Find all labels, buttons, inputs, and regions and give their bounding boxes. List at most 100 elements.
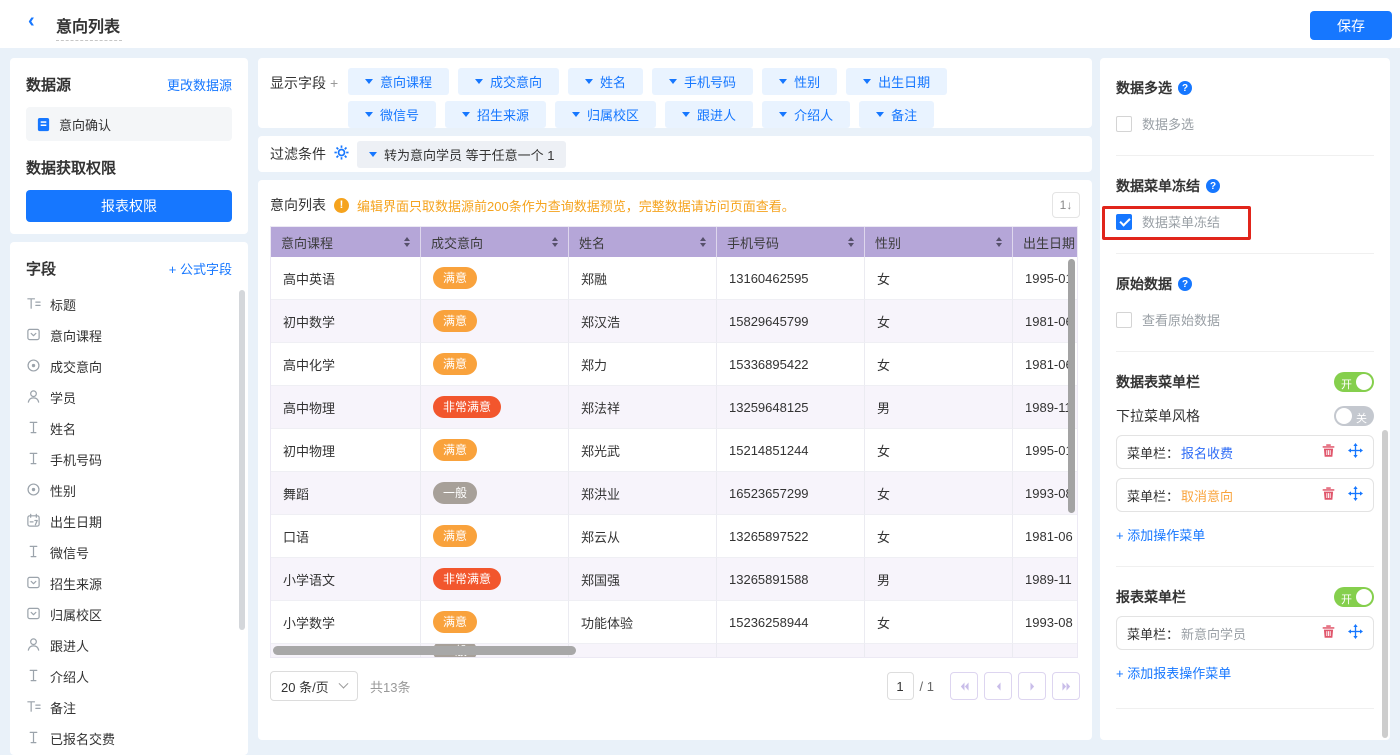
field-label: 跟进人: [50, 636, 89, 655]
save-button[interactable]: 保存: [1310, 11, 1392, 40]
move-icon[interactable]: [1348, 443, 1363, 461]
column-header[interactable]: 成交意向: [421, 227, 569, 257]
help-icon[interactable]: ?: [1206, 179, 1220, 193]
multi-select-checkbox[interactable]: [1116, 116, 1132, 132]
fields-scrollbar[interactable]: [239, 290, 245, 630]
move-icon[interactable]: [1348, 624, 1363, 642]
column-header-label: 手机号码: [727, 233, 779, 252]
first-page-button[interactable]: [950, 672, 978, 700]
chip-label: 备注: [891, 105, 917, 124]
prev-page-button[interactable]: [984, 672, 1012, 700]
add-display-field-button[interactable]: +: [330, 75, 338, 91]
display-field-chip[interactable]: 招生来源: [445, 101, 546, 128]
field-item[interactable]: 姓名: [26, 413, 238, 444]
raw-data-checkbox[interactable]: [1116, 312, 1132, 328]
cell-gender: 女: [865, 257, 1013, 300]
display-fields-panel: 显示字段+ 意向课程成交意向姓名手机号码性别出生日期 微信号招生来源归属校区跟进…: [258, 58, 1092, 128]
back-chevron-icon[interactable]: ‹: [28, 10, 35, 33]
column-header[interactable]: 性别: [865, 227, 1013, 257]
field-label: 微信号: [50, 543, 89, 562]
column-header[interactable]: 意向课程: [271, 227, 421, 257]
trash-icon[interactable]: [1321, 624, 1336, 642]
menu-item-name: 取消意向: [1181, 486, 1233, 505]
column-header[interactable]: 出生日期: [1013, 227, 1078, 257]
sort-arrows-icon: [552, 237, 558, 247]
field-item[interactable]: 性别: [26, 475, 238, 506]
cell-phone: 15336895422: [717, 343, 865, 386]
display-field-chip[interactable]: 微信号: [348, 101, 436, 128]
help-icon[interactable]: ?: [1178, 81, 1192, 95]
table-row: 舞蹈一般郑洪业16523657299女1993-08: [271, 472, 1078, 515]
field-label: 手机号码: [50, 450, 102, 469]
trash-icon[interactable]: [1321, 443, 1336, 461]
caret-down-icon: [863, 79, 871, 84]
field-item[interactable]: 微信号: [26, 537, 238, 568]
display-field-chip[interactable]: 性别: [762, 68, 837, 95]
display-field-chip[interactable]: 跟进人: [665, 101, 753, 128]
table-panel: 意向列表 ! 编辑界面只取数据源前200条作为查询数据预览，完整数据请访问页面查…: [258, 180, 1092, 740]
table-row: 小学数学满意功能体验15236258944女1993-08: [271, 601, 1078, 644]
table-horizontal-scrollbar[interactable]: [273, 646, 576, 655]
text-icon: [26, 668, 41, 686]
column-header[interactable]: 姓名: [569, 227, 717, 257]
display-field-chip[interactable]: 介绍人: [762, 101, 850, 128]
menu-bar-item[interactable]: 菜单栏：新意向学员: [1116, 616, 1374, 650]
field-item[interactable]: 归属校区: [26, 599, 238, 630]
report-menu-toggle[interactable]: 开: [1334, 587, 1374, 607]
chip-label: 性别: [794, 72, 820, 91]
field-item[interactable]: 已报名交费: [26, 723, 238, 754]
caret-down-icon: [475, 79, 483, 84]
cell-course: 高中英语: [271, 257, 421, 300]
trash-icon[interactable]: [1321, 486, 1336, 504]
table-vertical-scrollbar[interactable]: [1068, 259, 1075, 513]
field-item[interactable]: 标题: [26, 289, 238, 320]
field-item[interactable]: 招生来源: [26, 568, 238, 599]
intent-badge: 非常满意: [433, 396, 501, 418]
help-icon[interactable]: ?: [1178, 277, 1192, 291]
column-header[interactable]: 手机号码: [717, 227, 865, 257]
page-size-select[interactable]: 20 条/页: [270, 671, 358, 701]
settings-scrollbar[interactable]: [1382, 430, 1388, 738]
field-item[interactable]: 介绍人: [26, 661, 238, 692]
report-permission-button[interactable]: 报表权限: [26, 190, 232, 222]
move-icon[interactable]: [1348, 486, 1363, 504]
last-page-button[interactable]: [1052, 672, 1080, 700]
table-menu-list: 菜单栏：报名收费菜单栏：取消意向: [1116, 435, 1374, 512]
field-item[interactable]: 出生日期: [26, 506, 238, 537]
cell-intent: 非常满意: [421, 386, 569, 429]
display-field-chip[interactable]: 归属校区: [555, 101, 656, 128]
next-page-button[interactable]: [1018, 672, 1046, 700]
add-action-menu-link[interactable]: + 添加操作菜单: [1116, 525, 1374, 544]
field-item[interactable]: 跟进人: [26, 630, 238, 661]
menu-freeze-checkbox[interactable]: [1116, 214, 1132, 230]
add-formula-field-link[interactable]: + 公式字段: [169, 259, 232, 278]
person-icon: [26, 637, 41, 655]
menu-bar-item[interactable]: 菜单栏：报名收费: [1116, 435, 1374, 469]
display-field-chip[interactable]: 手机号码: [652, 68, 753, 95]
filter-condition-chip[interactable]: 转为意向学员 等于任意一个 1: [357, 141, 566, 168]
display-field-chip[interactable]: 意向课程: [348, 68, 449, 95]
field-item[interactable]: 意向课程: [26, 320, 238, 351]
sort-order-tool-icon[interactable]: 1↓: [1052, 192, 1080, 218]
fields-panel: 字段 + 公式字段 标题意向课程成交意向学员姓名手机号码性别出生日期微信号招生来…: [10, 242, 248, 755]
gear-icon[interactable]: [334, 145, 349, 163]
display-field-chip[interactable]: 成交意向: [458, 68, 559, 95]
change-datasource-link[interactable]: 更改数据源: [167, 75, 232, 94]
field-item[interactable]: 学员: [26, 382, 238, 413]
field-item[interactable]: 手机号码: [26, 444, 238, 475]
display-field-chip[interactable]: 姓名: [568, 68, 643, 95]
dropdown-style-toggle[interactable]: 关: [1334, 406, 1374, 426]
menu-item-name: 报名收费: [1181, 443, 1233, 462]
add-report-action-menu-link[interactable]: + 添加报表操作菜单: [1116, 663, 1374, 682]
datasource-item[interactable]: 意向确认: [26, 107, 232, 141]
display-field-chip[interactable]: 备注: [859, 101, 934, 128]
table-row: 初中数学满意郑汉浩15829645799女1981-06: [271, 300, 1078, 343]
menu-bar-item[interactable]: 菜单栏：取消意向: [1116, 478, 1374, 512]
field-item[interactable]: 成交意向: [26, 351, 238, 382]
page-number-input[interactable]: 1: [887, 672, 914, 700]
field-item[interactable]: 备注: [26, 692, 238, 723]
sort-arrows-icon: [404, 237, 410, 247]
table-menu-toggle[interactable]: 开: [1334, 372, 1374, 392]
intent-badge: 满意: [433, 525, 477, 547]
display-field-chip[interactable]: 出生日期: [846, 68, 947, 95]
